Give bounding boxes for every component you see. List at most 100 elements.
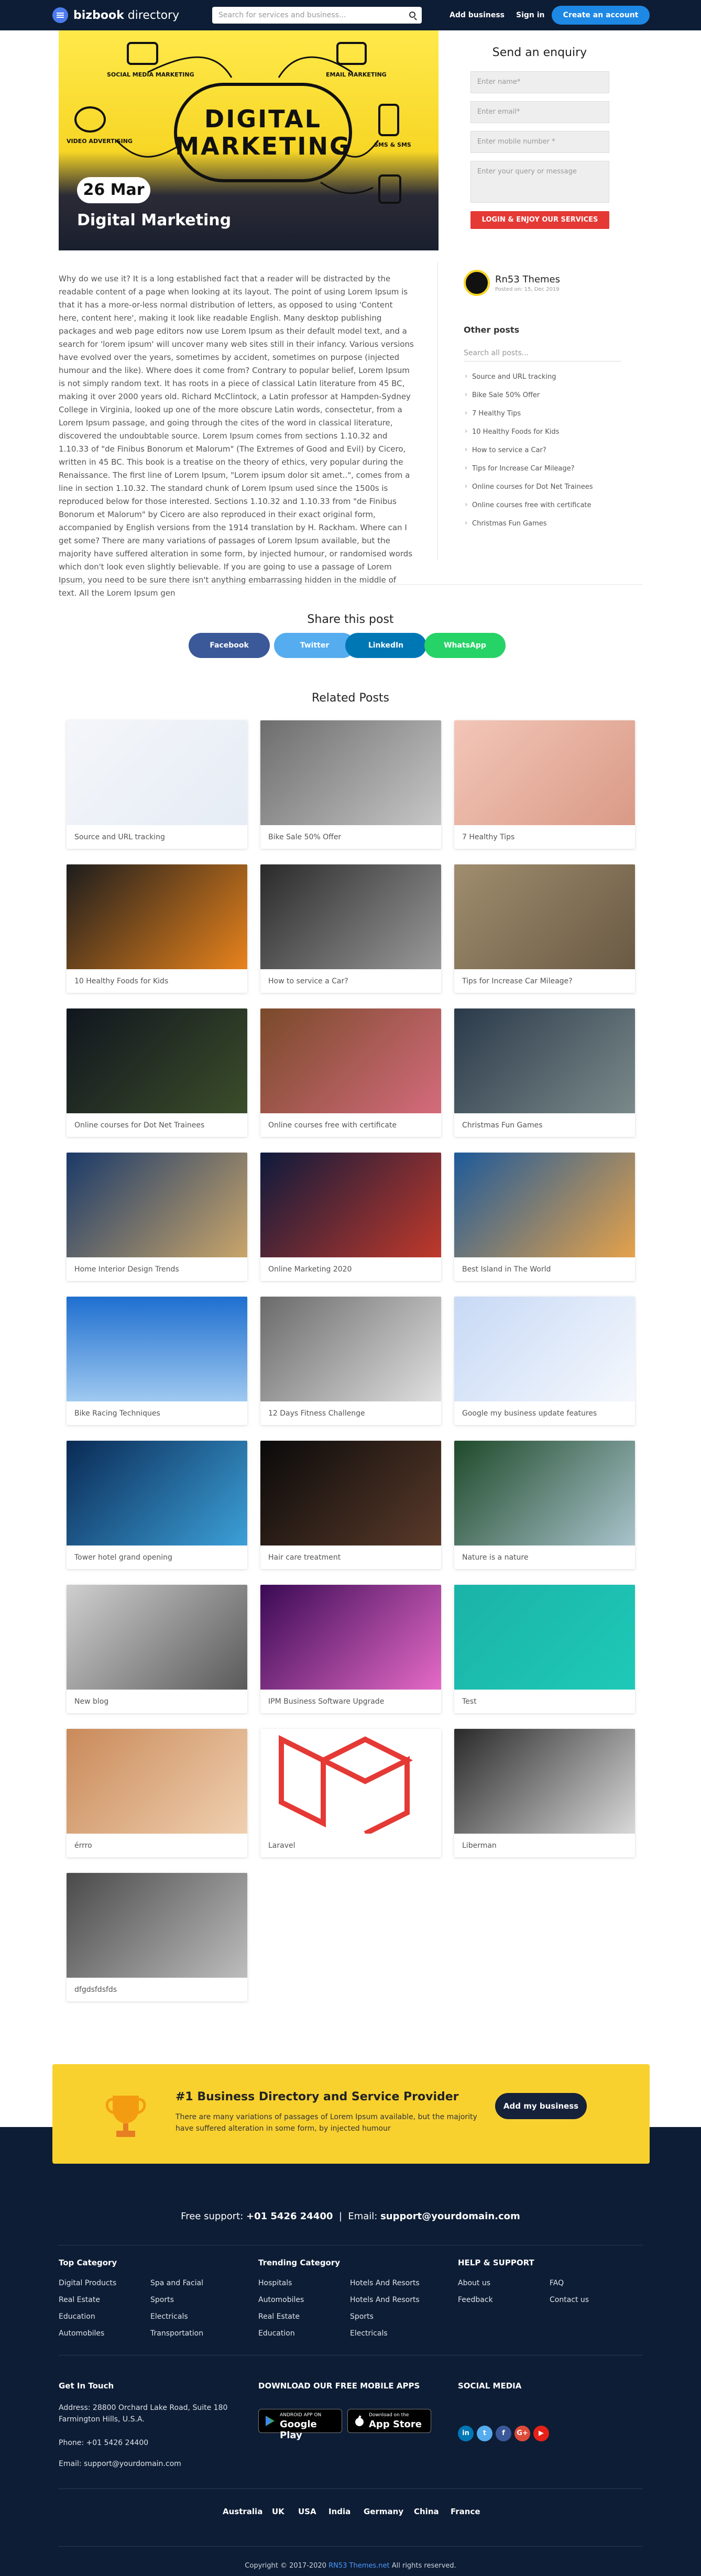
enquiry-submit-button[interactable]: LOGIN & ENJOY OUR SERVICES xyxy=(470,211,609,229)
footer-link[interactable]: Automobiles xyxy=(59,2329,104,2338)
footer-link[interactable]: Education xyxy=(258,2329,295,2338)
related-post-title[interactable]: Home Interior Design Trends xyxy=(74,1265,179,1274)
related-post-image[interactable] xyxy=(260,864,441,969)
footer-link[interactable]: Real Estate xyxy=(59,2296,100,2304)
search-input[interactable]: Search for services and business... xyxy=(212,7,422,24)
related-post-title[interactable]: Laravel xyxy=(268,1841,295,1850)
related-post-image[interactable] xyxy=(454,1585,635,1690)
related-post-title[interactable]: Online Marketing 2020 xyxy=(268,1265,352,1274)
related-post-title[interactable]: Tower hotel grand opening xyxy=(74,1553,172,1562)
twitter-icon[interactable]: t xyxy=(477,2426,492,2441)
related-post-card[interactable]: Google my business update features xyxy=(454,1297,635,1425)
support-phone[interactable]: +01 5426 24400 xyxy=(246,2211,333,2222)
related-post-image[interactable] xyxy=(454,864,635,969)
related-post-card[interactable]: Christmas Fun Games xyxy=(454,1009,635,1137)
related-post-image[interactable] xyxy=(67,1297,247,1401)
google-play-button[interactable]: ANDROID APP ON Google Play xyxy=(258,2409,342,2441)
menu-icon[interactable] xyxy=(52,7,68,23)
google-plus-icon[interactable]: G+ xyxy=(514,2426,530,2441)
footer-link[interactable]: Real Estate xyxy=(258,2312,300,2321)
related-post-card[interactable]: Bike Racing Techniques xyxy=(67,1297,247,1425)
other-post-link[interactable]: Online courses free with certificate xyxy=(464,501,592,509)
other-post-link[interactable]: Online courses for Dot Net Trainees xyxy=(464,483,593,491)
related-post-image[interactable] xyxy=(454,1441,635,1545)
country-link[interactable]: Australia xyxy=(223,2507,262,2516)
related-post-card[interactable]: dfgdsfdsfds xyxy=(67,1873,247,2001)
related-post-image[interactable] xyxy=(67,1585,247,1690)
related-post-card[interactable]: Online courses for Dot Net Trainees xyxy=(67,1009,247,1137)
footer-link[interactable]: Transportation xyxy=(150,2329,203,2338)
related-post-image[interactable] xyxy=(260,1585,441,1690)
related-post-image[interactable] xyxy=(67,1153,247,1257)
share-whatsapp-button[interactable]: WhatsApp xyxy=(424,633,506,658)
other-post-link[interactable]: 10 Healthy Foods for Kids xyxy=(464,427,559,436)
footer-link[interactable]: Feedback xyxy=(458,2296,493,2304)
share-linkedin-button[interactable]: LinkedIn xyxy=(345,633,426,658)
create-account-button[interactable]: Create an account xyxy=(552,6,650,25)
related-post-card[interactable]: Hair care treatment xyxy=(260,1441,441,1569)
share-facebook-button[interactable]: Facebook xyxy=(189,633,270,658)
support-email[interactable]: support@yourdomain.com xyxy=(380,2211,520,2222)
related-post-title[interactable]: 10 Healthy Foods for Kids xyxy=(74,977,168,985)
related-post-card[interactable]: Bike Sale 50% Offer xyxy=(260,720,441,849)
related-post-image[interactable] xyxy=(67,1729,247,1834)
related-post-card[interactable]: IPM Business Software Upgrade xyxy=(260,1585,441,1713)
footer-link[interactable]: Hospitals xyxy=(258,2279,292,2287)
related-post-title[interactable]: érrro xyxy=(74,1841,92,1850)
footer-link[interactable]: Hotels And Resorts xyxy=(350,2279,420,2287)
other-post-link[interactable]: Source and URL tracking xyxy=(464,372,556,381)
related-post-image[interactable] xyxy=(454,1297,635,1401)
related-post-card[interactable]: New blog xyxy=(67,1585,247,1713)
related-post-title[interactable]: Test xyxy=(462,1697,477,1706)
country-link[interactable]: USA xyxy=(298,2507,316,2516)
copyright-link[interactable]: RN53 Themes.net xyxy=(328,2562,390,2570)
share-twitter-button[interactable]: Twitter xyxy=(274,633,355,658)
related-post-image[interactable] xyxy=(454,1729,635,1834)
related-post-title[interactable]: IPM Business Software Upgrade xyxy=(268,1697,384,1706)
related-post-title[interactable]: How to service a Car? xyxy=(268,977,348,985)
related-post-title[interactable]: Online courses free with certificate xyxy=(268,1121,397,1130)
search-icon[interactable] xyxy=(409,12,415,18)
related-post-card[interactable]: érrro xyxy=(67,1729,247,1857)
other-posts-search-input[interactable]: Search all posts... xyxy=(464,346,621,361)
footer-link[interactable]: Spa and Facial xyxy=(150,2279,203,2287)
related-post-image[interactable] xyxy=(260,720,441,825)
footer-link[interactable]: About us xyxy=(458,2279,490,2287)
related-post-image[interactable] xyxy=(454,720,635,825)
related-post-title[interactable]: New blog xyxy=(74,1697,108,1706)
youtube-icon[interactable]: ▶ xyxy=(533,2426,549,2441)
related-post-title[interactable]: Online courses for Dot Net Trainees xyxy=(74,1121,204,1130)
country-link[interactable]: France xyxy=(451,2507,480,2516)
related-post-title[interactable]: Bike Racing Techniques xyxy=(74,1409,160,1418)
related-post-title[interactable]: Google my business update features xyxy=(462,1409,597,1418)
related-post-title[interactable]: dfgdsfdsfds xyxy=(74,1986,117,1994)
related-post-title[interactable]: Best Island in The World xyxy=(462,1265,551,1274)
other-post-link[interactable]: Tips for Increase Car Mileage? xyxy=(464,464,575,473)
related-post-image[interactable] xyxy=(67,1441,247,1545)
other-post-link[interactable]: How to service a Car? xyxy=(464,446,546,454)
related-post-card[interactable]: Online courses free with certificate xyxy=(260,1009,441,1137)
footer-link[interactable]: Hotels And Resorts xyxy=(350,2296,420,2304)
related-post-image[interactable] xyxy=(260,1153,441,1257)
related-post-image[interactable] xyxy=(67,864,247,969)
related-post-title[interactable]: Tips for Increase Car Mileage? xyxy=(462,977,573,985)
country-link[interactable]: UK xyxy=(272,2507,284,2516)
footer-link[interactable]: Automobiles xyxy=(258,2296,304,2304)
related-post-title[interactable]: Nature is a nature xyxy=(462,1553,528,1562)
footer-link[interactable]: Digital Products xyxy=(59,2279,116,2287)
country-link[interactable]: China xyxy=(414,2507,439,2516)
sign-in-link[interactable]: Sign in xyxy=(516,11,545,19)
related-post-card[interactable]: Liberman xyxy=(454,1729,635,1857)
brand-logo[interactable]: bizbook directory xyxy=(52,7,179,23)
related-post-card[interactable]: Tips for Increase Car Mileage? xyxy=(454,864,635,993)
other-post-link[interactable]: Bike Sale 50% Offer xyxy=(464,391,540,399)
related-post-image[interactable] xyxy=(260,1009,441,1113)
footer-link[interactable]: Education xyxy=(59,2312,95,2321)
footer-link[interactable]: Contact us xyxy=(550,2296,589,2304)
related-post-title[interactable]: Christmas Fun Games xyxy=(462,1121,543,1130)
related-post-card[interactable]: 10 Healthy Foods for Kids xyxy=(67,864,247,993)
other-post-link[interactable]: 7 Healthy Tips xyxy=(464,409,521,418)
related-post-image[interactable] xyxy=(454,1009,635,1113)
facebook-icon[interactable]: f xyxy=(496,2426,511,2441)
related-post-title[interactable]: Source and URL tracking xyxy=(74,833,165,841)
